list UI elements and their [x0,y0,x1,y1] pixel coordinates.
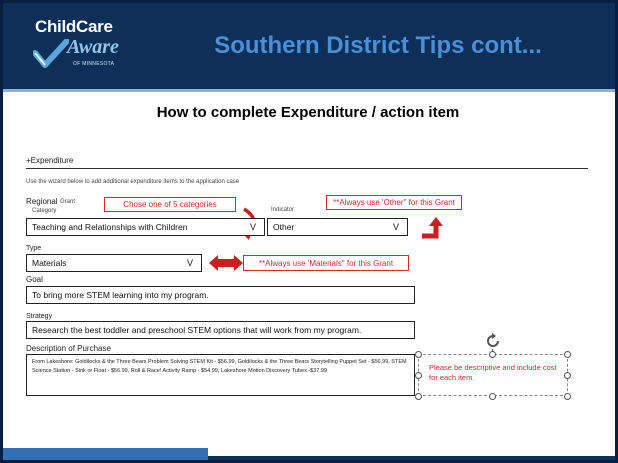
indicator-label: Indicator [271,207,295,213]
resize-handle-top-left[interactable] [415,351,422,358]
type-label: Type [26,245,42,252]
category-label: Category [32,208,57,214]
category-select-value: Teaching and Relationships with Children [32,222,188,232]
regional-label: Regional [26,197,58,206]
goal-label: Goal [26,275,43,284]
indicator-select[interactable]: Other V [267,218,408,236]
section-divider [26,168,588,169]
note-always-other: **Always use 'Other" for this Grant [326,195,462,210]
slide-header: ChildCare Aware OF MINNESOTA Southern Di… [3,3,615,89]
expenditure-section-title[interactable]: +Expenditure [26,156,73,165]
screenshot-panel: How to complete Expenditure / action ite… [18,94,598,439]
description-input[interactable]: From Lakeshore: Goldilocks & the Three B… [26,354,415,396]
strategy-input[interactable]: Research the best toddler and preschool … [26,321,415,339]
strategy-input-value: Research the best toddler and preschool … [32,325,362,335]
chevron-down-icon: V [249,222,256,232]
resize-handle-left[interactable] [415,372,422,379]
note-be-descriptive-text: Please be descriptive and include cost f… [429,363,557,383]
goal-input-value: To bring more STEM learning into my prog… [32,290,209,300]
strategy-label: Strategy [26,313,53,320]
double-arrow-icon [209,255,243,271]
category-select[interactable]: Teaching and Relationships with Children… [26,218,265,236]
note-always-materials: **Always use 'Materials" for this Grant [243,255,409,271]
type-select[interactable]: Materials V [26,254,202,272]
logo-text-aware: Aware [67,36,119,58]
slide-title: Southern District Tips cont... [214,32,542,59]
footer-accent [3,448,208,460]
grant-label: Grant [60,199,76,205]
rotate-handle-icon[interactable] [484,332,502,350]
resize-handle-top[interactable] [489,351,496,358]
goal-input[interactable]: To bring more STEM learning into my prog… [26,286,415,304]
chevron-down-icon: V [186,258,193,268]
chevron-down-icon: V [392,222,399,232]
description-input-value: From Lakeshore: Goldilocks & the Three B… [32,359,407,374]
bent-arrow-icon [422,217,443,239]
logo-text-state: OF MINNESOTA [73,61,115,67]
childcare-aware-logo: ChildCare Aware OF MINNESOTA [25,17,137,81]
resize-handle-top-right[interactable] [564,351,571,358]
note-be-descriptive[interactable]: Please be descriptive and include cost f… [418,354,568,396]
resize-handle-bottom-right[interactable] [564,393,571,400]
panel-heading: How to complete Expenditure / action ite… [156,104,460,121]
type-select-value: Materials [32,258,67,268]
resize-handle-bottom[interactable] [489,393,496,400]
note-choose-category: Chose one of 5 categories [104,197,236,212]
logo-text-childcare: ChildCare [35,17,113,36]
indicator-select-value: Other [273,222,295,232]
resize-handle-bottom-left[interactable] [415,393,422,400]
description-label: Description of Purchase [26,344,111,353]
resize-handle-right[interactable] [564,372,571,379]
logo-check-icon [33,39,69,68]
helper-text: Use the wizard below to add additional e… [26,179,240,185]
header-accent-line [3,89,615,92]
